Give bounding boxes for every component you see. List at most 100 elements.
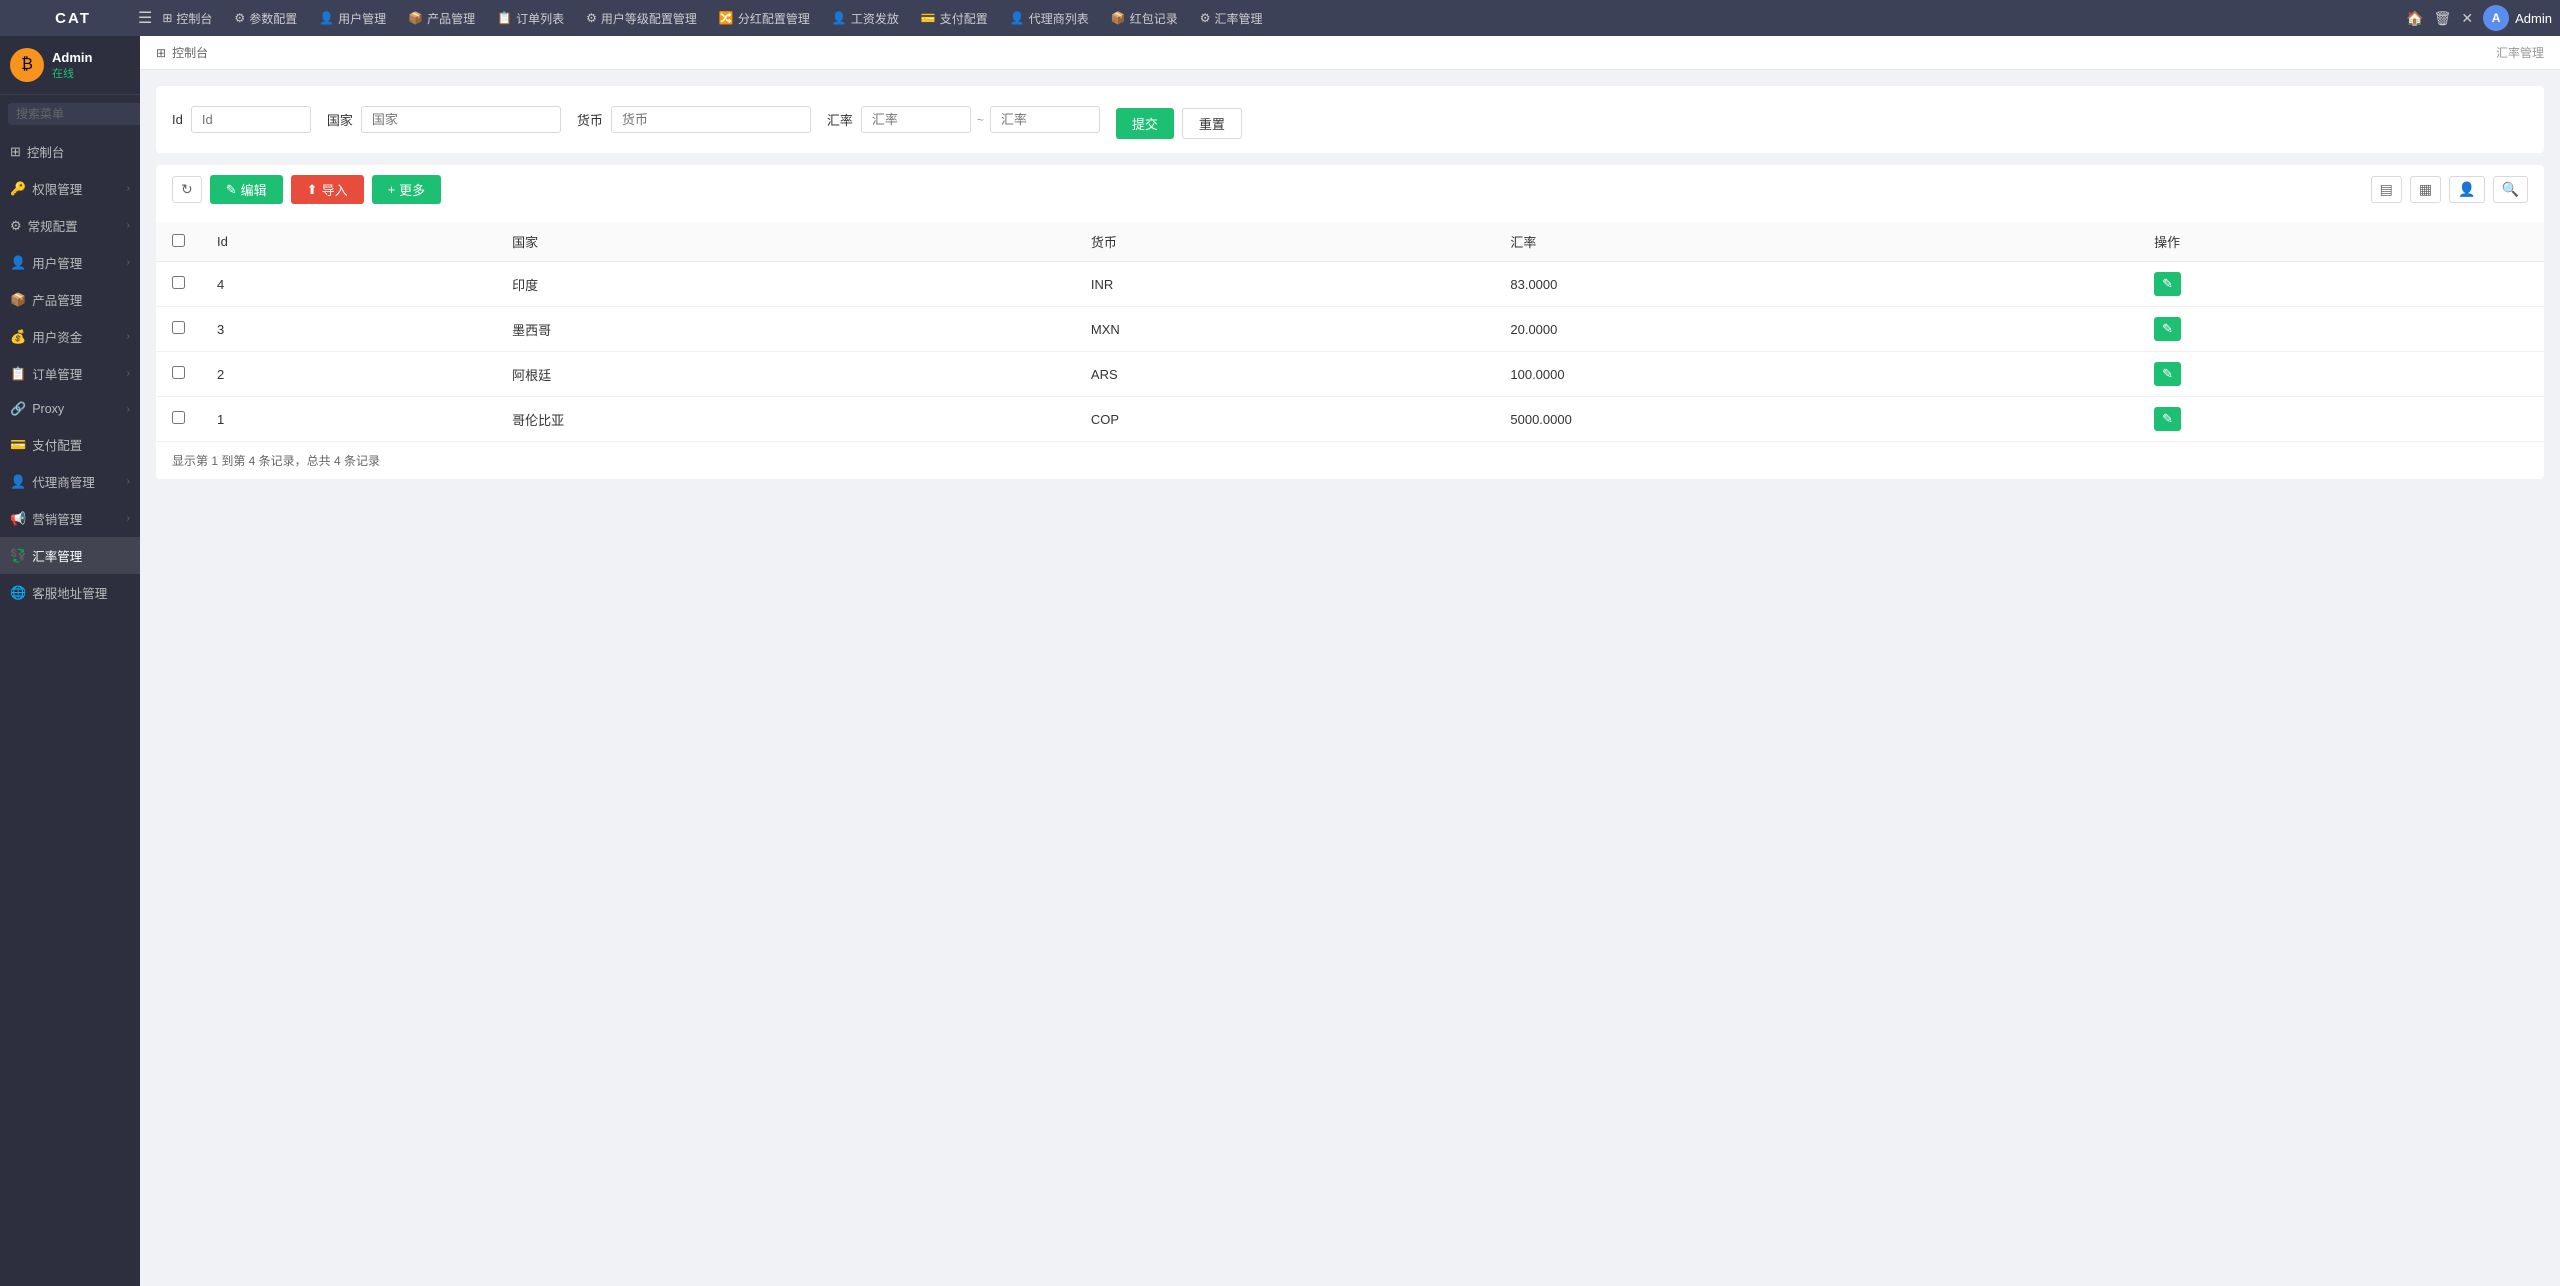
sidebar-item-marketing[interactable]: 📢 营销管理 › <box>0 500 140 537</box>
row-rate-1: 20.0000 <box>1494 307 2138 352</box>
toolbar: ↻ ✎ 编辑 ⬆ 导入 + 更多 <box>156 165 2544 214</box>
sidebar-item-dashboard[interactable]: ⊞ 控制台 <box>0 133 140 170</box>
topnav-icon-exchange: ⚙ <box>1200 11 1211 25</box>
row-checkbox-3[interactable] <box>172 411 185 424</box>
view-grid-button[interactable]: ▦ <box>2410 176 2441 203</box>
home-icon[interactable]: 🏠 <box>2406 10 2423 27</box>
topnav-item-salary[interactable]: 👤工资发放 <box>822 6 909 31</box>
topnav-icon-orders: 📋 <box>497 11 512 25</box>
sidebar-item-agent-mgmt[interactable]: 👤 代理商管理 › <box>0 463 140 500</box>
sidebar-user: ₿ Admin 在线 <box>0 36 140 95</box>
row-edit-button-1[interactable]: ✎ <box>2154 317 2181 341</box>
row-edit-button-0[interactable]: ✎ <box>2154 272 2181 296</box>
top-nav-user[interactable]: A Admin <box>2483 5 2552 31</box>
topnav-icon-dashboard: ⊞ <box>162 11 172 25</box>
table-container: ↻ ✎ 编辑 ⬆ 导入 + 更多 <box>156 165 2544 479</box>
filter-country-input[interactable] <box>361 106 561 133</box>
topnav-item-redpacket[interactable]: 📦红包记录 <box>1101 6 1188 31</box>
filter-rate-group: 汇率 ~ <box>827 106 1100 133</box>
edit-button[interactable]: ✎ 编辑 <box>210 175 283 204</box>
row-edit-button-3[interactable]: ✎ <box>2154 407 2181 431</box>
filter-currency-input[interactable] <box>611 106 811 133</box>
sidebar-label-exchange-rate: 汇率管理 <box>32 546 82 565</box>
sidebar-label-agent-mgmt: 代理商管理 <box>32 472 95 491</box>
topnav-item-payment[interactable]: 💳支付配置 <box>911 6 998 31</box>
topnav-item-users[interactable]: 👤用户管理 <box>309 6 396 31</box>
topnav-item-distribution[interactable]: 🔀分红配置管理 <box>709 6 820 31</box>
sidebar-icon-user-mgmt: 👤 <box>10 255 26 271</box>
row-edit-button-2[interactable]: ✎ <box>2154 362 2181 386</box>
sidebar-item-user-funds[interactable]: 💰 用户资金 › <box>0 318 140 355</box>
row-action-2: ✎ <box>2138 352 2544 397</box>
breadcrumb-home-icon: ⊞ <box>156 46 166 60</box>
sidebar-chevron-marketing: › <box>127 513 130 524</box>
sidebar-item-user-mgmt[interactable]: 👤 用户管理 › <box>0 244 140 281</box>
sidebar-item-product-mgmt[interactable]: 📦 产品管理 <box>0 281 140 318</box>
app-title: CAT <box>8 10 138 27</box>
row-id-3: 1 <box>201 397 496 442</box>
sidebar-chevron-user-mgmt: › <box>127 257 130 268</box>
user-view-button[interactable]: 👤 <box>2449 176 2484 203</box>
more-button[interactable]: + 更多 <box>372 175 442 204</box>
edit-label: 编辑 <box>241 180 267 199</box>
topnav-item-agent[interactable]: 👤代理商列表 <box>1000 6 1099 31</box>
refresh-button[interactable]: ↻ <box>172 176 202 203</box>
sidebar-chevron-permissions: › <box>127 183 130 194</box>
sidebar-icon-exchange-rate: 💱 <box>10 548 26 564</box>
hamburger-icon[interactable]: ☰ <box>138 8 152 28</box>
sidebar-icon-user-funds: 💰 <box>10 329 26 345</box>
row-currency-2: ARS <box>1075 352 1494 397</box>
topnav-item-user-grade[interactable]: ⚙用户等级配置管理 <box>576 6 707 31</box>
sidebar-icon-proxy: 🔗 <box>10 401 26 417</box>
import-label: 导入 <box>322 180 348 199</box>
select-all-checkbox[interactable] <box>172 234 185 247</box>
sidebar-item-common-config[interactable]: ⚙ 常规配置 › <box>0 207 140 244</box>
filter-id-input[interactable] <box>191 106 311 133</box>
topnav-item-dashboard[interactable]: ⊞控制台 <box>152 6 222 31</box>
rate-separator: ~ <box>977 113 984 127</box>
header-id: Id <box>201 222 496 262</box>
topnav-item-params[interactable]: ⚙参数配置 <box>224 6 307 31</box>
filter-reset-button[interactable]: 重置 <box>1182 108 1242 139</box>
breadcrumb-path: 控制台 <box>172 44 208 61</box>
topnav-item-products[interactable]: 📦产品管理 <box>398 6 485 31</box>
sidebar-item-permissions[interactable]: 🔑 权限管理 › <box>0 170 140 207</box>
table-body: 4 印度 INR 83.0000 ✎ 3 墨西哥 MXN 20.0000 ✎ 2… <box>156 262 2544 442</box>
main-layout: ₿ Admin 在线 🔍 ⊞ 控制台 🔑 权限管理 › ⚙ 常规配置 › <box>0 36 2560 1286</box>
sidebar-icon-product-mgmt: 📦 <box>10 292 26 308</box>
topnav-item-orders[interactable]: 📋订单列表 <box>487 6 574 31</box>
search-table-button[interactable]: 🔍 <box>2493 176 2528 203</box>
header-country: 国家 <box>496 222 1075 262</box>
sidebar-icon-customer-site: 🌐 <box>10 585 26 601</box>
sidebar-chevron-user-funds: › <box>127 331 130 342</box>
row-country-1: 墨西哥 <box>496 307 1075 352</box>
delete-icon[interactable]: 🗑 <box>2434 10 2452 27</box>
header-checkbox-cell <box>156 222 201 262</box>
filter-rate-to-input[interactable] <box>990 106 1100 133</box>
topnav-icon-redpacket: 📦 <box>1111 11 1126 25</box>
sidebar-item-proxy[interactable]: 🔗 Proxy › <box>0 392 140 426</box>
search-input[interactable] <box>8 103 140 125</box>
sidebar-item-payment-config[interactable]: 💳 支付配置 <box>0 426 140 463</box>
filter-rate-from-input[interactable] <box>861 106 971 133</box>
more-icon: + <box>388 182 396 197</box>
sidebar-label-user-funds: 用户资金 <box>32 327 82 346</box>
topnav-item-exchange[interactable]: ⚙汇率管理 <box>1190 6 1273 31</box>
sidebar-icon-permissions: 🔑 <box>10 181 26 197</box>
header-rate: 汇率 <box>1494 222 2138 262</box>
sidebar-username: Admin <box>52 50 92 65</box>
topnav-icon-payment: 💳 <box>921 11 936 25</box>
sidebar-item-exchange-rate[interactable]: 💱 汇率管理 <box>0 537 140 574</box>
sidebar-item-customer-site[interactable]: 🌐 客服地址管理 <box>0 574 140 611</box>
row-checkbox-2[interactable] <box>172 366 185 379</box>
filter-submit-button[interactable]: 提交 <box>1116 108 1174 139</box>
row-checkbox-0[interactable] <box>172 276 185 289</box>
row-currency-3: COP <box>1075 397 1494 442</box>
close-icon[interactable]: ✕ <box>2461 10 2473 27</box>
view-list-button[interactable]: ▤ <box>2371 176 2402 203</box>
row-checkbox-1[interactable] <box>172 321 185 334</box>
sidebar-label-marketing: 营销管理 <box>32 509 82 528</box>
filter-id-group: Id <box>172 106 311 133</box>
import-button[interactable]: ⬆ 导入 <box>291 175 364 204</box>
sidebar-item-order-mgmt[interactable]: 📋 订单管理 › <box>0 355 140 392</box>
